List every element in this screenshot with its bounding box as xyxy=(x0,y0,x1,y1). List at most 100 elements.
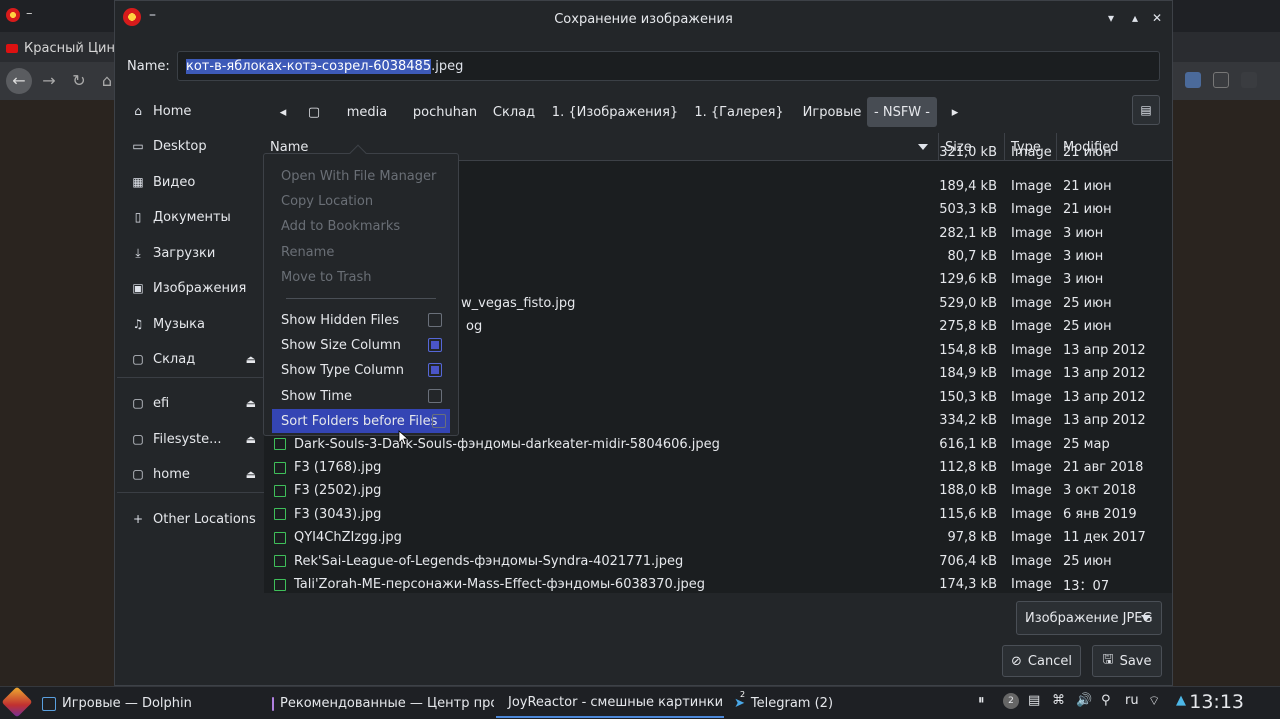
taskbar-task-telegram[interactable]: ➤ 2 Telegram (2) xyxy=(728,689,848,718)
menu-item-show-hidden-files[interactable]: Show Hidden Files xyxy=(272,308,450,332)
save-button[interactable]: 🖫 Save xyxy=(1092,645,1162,677)
file-modified: 13 апр 2012 xyxy=(1063,413,1146,429)
file-modified: 6 янв 2019 xyxy=(1063,506,1137,522)
usb-icon[interactable]: ⚲ xyxy=(1101,693,1111,708)
browser-tab[interactable]: Красный Цин xyxy=(6,36,116,60)
extension-icon[interactable] xyxy=(1241,72,1257,88)
file-size: 150,3 kB xyxy=(939,389,997,405)
maximize-icon[interactable]: ▴ xyxy=(1126,9,1144,27)
dash-icon[interactable]: – xyxy=(149,7,156,23)
menu-item-show-size-column[interactable]: Show Size Column xyxy=(272,333,450,357)
sidebar-item-home-drive[interactable]: ▢ home ⏏ xyxy=(117,458,264,490)
menu-item-show-type-column[interactable]: Show Type Column xyxy=(272,358,450,382)
table-row[interactable]: Rek'Sai-League-of-Legends-фэндомы-Syndra… xyxy=(264,550,1172,573)
cancel-button[interactable]: ⊘ Cancel xyxy=(1002,645,1081,677)
new-folder-button[interactable]: ▤ xyxy=(1132,95,1160,125)
filename-input[interactable]: кот-в-яблоках-котэ-созрел-6038485 .jpeg xyxy=(177,51,1160,81)
extension-cc-icon[interactable] xyxy=(1213,72,1229,88)
taskbar-task-joyreactor[interactable]: JoyReactor - смешные картинки ... xyxy=(496,689,724,718)
sidebar-item-label: Музыка xyxy=(153,316,205,332)
name-row: Name: кот-в-яблоках-котэ-созрел-6038485.… xyxy=(127,51,1160,81)
eject-icon[interactable]: ⏏ xyxy=(246,468,256,481)
image-file-icon xyxy=(274,555,286,568)
sidebar-item-video[interactable]: ▦ Видео xyxy=(117,166,264,198)
file-size: 184,9 kB xyxy=(939,366,997,382)
sidebar-item-other-locations[interactable]: + Other Locations xyxy=(117,503,264,535)
path-drive-icon[interactable]: ▢ xyxy=(301,97,327,127)
notification-badge-icon[interactable]: 2 xyxy=(1003,693,1019,709)
sidebar-item-documents[interactable]: ▯ Документы xyxy=(117,201,264,233)
reload-icon[interactable]: ↻ xyxy=(66,68,92,94)
image-file-icon xyxy=(274,578,286,591)
file-modified: 25 июн xyxy=(1063,295,1112,311)
path-crumb[interactable]: Игровые xyxy=(799,97,865,127)
menu-item-label: Sort Folders before Files xyxy=(281,413,438,429)
wifi-icon[interactable]: ⌔ xyxy=(1148,693,1160,709)
checkbox[interactable] xyxy=(432,414,446,428)
image-file-icon xyxy=(274,508,286,521)
file-modified: 25 июн xyxy=(1063,319,1112,335)
file-name-cell: F3 (3043).jpg xyxy=(274,507,381,522)
filename-extension: .jpeg xyxy=(431,58,464,74)
checkbox-checked[interactable] xyxy=(428,338,442,352)
path-crumb[interactable]: Склад xyxy=(491,97,537,127)
filetype-select[interactable]: Изображение JPEG xyxy=(1016,601,1162,635)
file-modified: 13 апр 2012 xyxy=(1063,366,1146,382)
sidebar-item-downloads[interactable]: ⤓ Загрузки xyxy=(117,237,264,269)
file-name-cell: Dark-Souls-3-Dark-Souls-фэндомы-darkeate… xyxy=(274,437,720,452)
path-crumb[interactable]: 1. {Галерея} xyxy=(689,97,789,127)
sidebar-item-filesystem[interactable]: ▢ Filesyste... ⏏ xyxy=(117,423,264,455)
filename-selected-text: кот-в-яблоках-котэ-созрел-6038485 xyxy=(186,58,432,74)
table-row[interactable]: F3 (2502).jpg 188,0 kB Image 3 окт 2018 xyxy=(264,479,1172,502)
eject-icon[interactable]: ⏏ xyxy=(246,433,256,446)
taskbar-task-discover[interactable]: Рекомендованные — Центр про... xyxy=(266,689,494,718)
table-row[interactable]: F3 (1768).jpg 112,8 kB Image 21 авг 2018 xyxy=(264,456,1172,479)
extension-icon[interactable] xyxy=(1185,72,1201,88)
sidebar-item-pictures[interactable]: ▣ Изображения xyxy=(117,272,264,304)
minimize-icon[interactable]: ▾ xyxy=(1102,9,1120,27)
path-crumb-active[interactable]: - NSFW - xyxy=(867,97,937,127)
menu-item-sort-folders-before-files[interactable]: Sort Folders before Files xyxy=(272,409,450,433)
sidebar-item-home[interactable]: ⌂ Home xyxy=(117,95,264,127)
file-name-cell: og xyxy=(466,319,482,334)
back-arrow-icon[interactable]: ← xyxy=(6,68,32,94)
close-icon[interactable]: ✕ xyxy=(1148,9,1166,27)
pictures-icon: ▣ xyxy=(132,281,144,295)
clock[interactable]: 13:13 xyxy=(1189,691,1244,713)
sidebar-item-desktop[interactable]: ▭ Desktop xyxy=(117,130,264,162)
network-devices-icon[interactable]: ⌘ xyxy=(1052,693,1065,708)
path-crumb[interactable]: pochuhan xyxy=(405,97,485,127)
path-left-arrow-icon[interactable]: ◂ xyxy=(271,97,295,127)
desktop-icon: ▭ xyxy=(132,139,144,153)
volume-icon[interactable]: 🔊 xyxy=(1076,693,1092,708)
file-type: Image xyxy=(1011,553,1052,569)
path-crumb[interactable]: 1. {Изображения} xyxy=(551,97,679,127)
sidebar-item-efi[interactable]: ▢ efi ⏏ xyxy=(117,387,264,419)
checkbox-checked[interactable] xyxy=(428,363,442,377)
image-file-icon xyxy=(274,438,286,451)
media-pause-icon[interactable]: ⏸ xyxy=(978,693,985,708)
taskbar-task-label: Telegram (2) xyxy=(750,696,834,711)
table-row[interactable]: QYI4ChZIzgg.jpg 97,8 kB Image 11 дек 2017 xyxy=(264,526,1172,549)
checkbox[interactable] xyxy=(428,313,442,327)
clipboard-icon[interactable]: ▤ xyxy=(1028,693,1040,708)
forward-arrow-icon[interactable]: → xyxy=(36,68,62,94)
table-row[interactable]: F3 (3043).jpg 115,6 kB Image 6 янв 2019 xyxy=(264,503,1172,526)
table-row[interactable]: Tali'Zorah-ME-персонажи-Mass-Effect-фэнд… xyxy=(264,573,1172,593)
eject-icon[interactable]: ⏏ xyxy=(246,397,256,410)
checkbox[interactable] xyxy=(428,389,442,403)
menu-item-show-time[interactable]: Show Time xyxy=(272,384,450,408)
sidebar-item-label: Документы xyxy=(153,209,231,225)
file-modified: 13：07 xyxy=(1063,579,1110,593)
eject-icon[interactable]: ⏏ xyxy=(246,353,256,366)
taskbar-task-dolphin[interactable]: Игровые — Dolphin xyxy=(36,689,258,718)
tray-expand-icon[interactable]: ▲ xyxy=(1176,693,1186,708)
taskbar-task-label: Игровые — Dolphin xyxy=(62,696,192,711)
drive-icon: ▢ xyxy=(132,352,144,366)
path-right-arrow-icon[interactable]: ▸ xyxy=(945,97,965,127)
keyboard-layout[interactable]: ru xyxy=(1125,693,1139,708)
path-crumb[interactable]: media xyxy=(337,97,397,127)
app-launcher-icon[interactable] xyxy=(1,686,33,718)
sidebar-item-sklad[interactable]: ▢ Склад ⏏ xyxy=(117,343,264,375)
sidebar-item-music[interactable]: ♫ Музыка xyxy=(117,308,264,340)
